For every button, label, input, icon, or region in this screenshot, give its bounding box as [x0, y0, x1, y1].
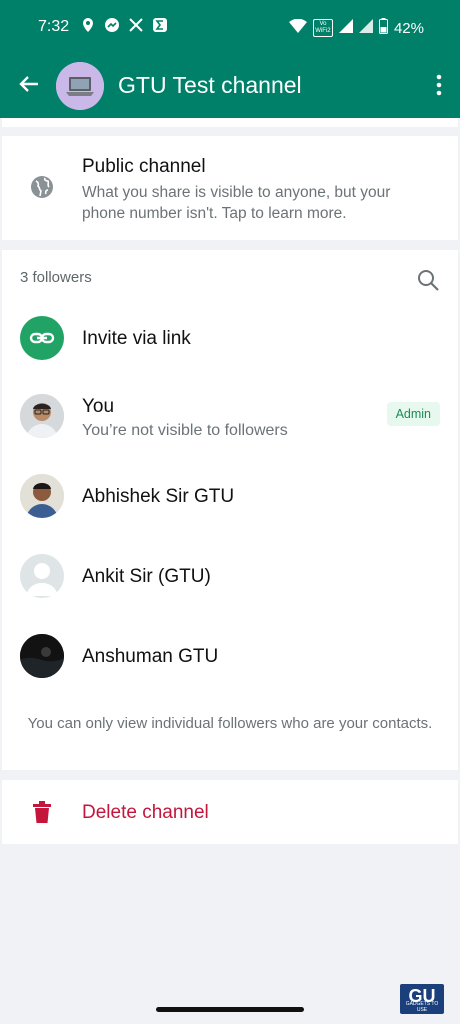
- list-item-name: You: [82, 396, 115, 417]
- channel-avatar[interactable]: [56, 62, 104, 110]
- list-item-name: Ankit Sir (GTU): [82, 566, 211, 587]
- channel-title[interactable]: GTU Test channel: [118, 72, 302, 99]
- public-channel-description: What you share is visible to anyone, but…: [82, 184, 391, 222]
- follower-row-abhishek[interactable]: Abhishek Sir GTU: [2, 456, 458, 536]
- delete-channel-row[interactable]: Delete channel: [2, 780, 458, 844]
- list-item-subtitle: You’re not visible to followers: [82, 422, 288, 439]
- location-pin-icon: [80, 17, 96, 33]
- network-badge: Vo WiFi2: [312, 19, 333, 37]
- follower-row-anshuman[interactable]: Anshuman GTU: [2, 616, 458, 696]
- link-icon: [20, 316, 64, 360]
- battery-level: 42%: [393, 19, 424, 37]
- notification-icons: [80, 17, 168, 33]
- list-item-name: Abhishek Sir GTU: [82, 486, 235, 507]
- search-icon[interactable]: [416, 268, 440, 292]
- home-indicator[interactable]: [156, 1007, 304, 1012]
- wifi-icon: [288, 18, 307, 37]
- delete-channel-label: Delete channel: [82, 802, 209, 823]
- app-bar: GTU Test channel: [0, 56, 460, 118]
- list-item-name: Invite via link: [82, 328, 191, 349]
- gadgets-to-use-logo: GU GADGETS TO USE: [400, 984, 444, 1014]
- invite-via-link-row[interactable]: Invite via link: [2, 298, 458, 378]
- signal-icon: [358, 19, 373, 37]
- globe-icon: [30, 175, 54, 199]
- back-arrow-icon[interactable]: [18, 73, 40, 95]
- battery-icon: [378, 18, 388, 38]
- status-bar: 7:32 Vo WiFi2 42%: [0, 0, 460, 56]
- messenger-icon: [104, 17, 120, 33]
- public-channel-card[interactable]: Public channel What you share is visible…: [2, 136, 458, 240]
- status-time: 7:32: [38, 18, 70, 35]
- followers-card: 3 followers Invite via link You You’re n…: [2, 250, 458, 770]
- avatar: [20, 394, 64, 438]
- sigma-icon: [152, 17, 168, 33]
- system-status: Vo WiFi2 42%: [288, 18, 424, 38]
- top-card-edge: [2, 118, 458, 127]
- public-channel-title: Public channel: [82, 156, 206, 177]
- x-icon: [128, 17, 144, 33]
- default-avatar-icon: [20, 554, 64, 598]
- list-item-name: Anshuman GTU: [82, 646, 219, 667]
- avatar: [20, 474, 64, 518]
- signal-icon: [338, 19, 353, 37]
- followers-count: 3 followers: [20, 269, 92, 286]
- trash-icon: [32, 800, 52, 824]
- more-options-icon[interactable]: [436, 74, 442, 96]
- followers-note: You can only view individual followers w…: [27, 715, 433, 732]
- admin-badge: Admin: [386, 402, 440, 426]
- avatar: [20, 634, 64, 678]
- follower-row-ankit[interactable]: Ankit Sir (GTU): [2, 536, 458, 616]
